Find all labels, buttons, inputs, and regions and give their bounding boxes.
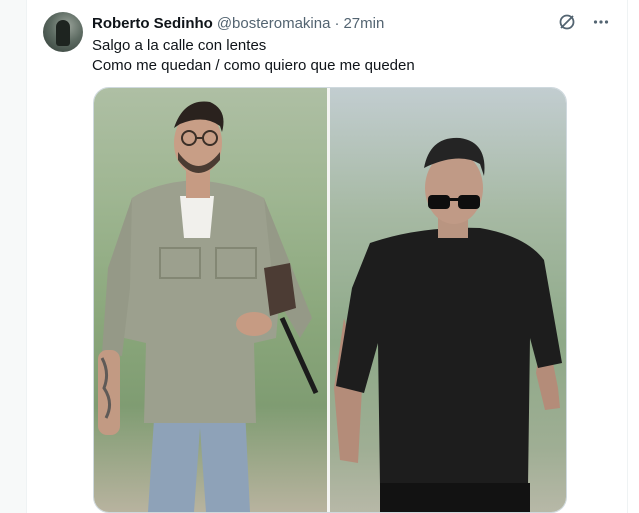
page-background <box>0 0 26 513</box>
header-actions <box>557 12 611 32</box>
grok-slash-circle-icon[interactable] <box>557 12 577 32</box>
avatar-figure <box>56 20 70 46</box>
separator-dot: · <box>334 14 340 32</box>
tweet-text-line: Salgo a la calle con lentes <box>92 37 267 54</box>
man-olive-shirt-illustration <box>98 101 319 512</box>
tweet-card[interactable]: Roberto Sedinho @bosteromakina · 27min S… <box>26 0 628 513</box>
user-handle[interactable]: @bosteromakina <box>217 15 331 32</box>
more-horizontal-icon[interactable] <box>591 12 611 32</box>
display-name[interactable]: Roberto Sedinho <box>92 15 213 32</box>
timestamp[interactable]: 27min <box>343 15 384 32</box>
man-black-shirt-illustration <box>334 137 562 512</box>
media-image-left[interactable] <box>94 88 330 512</box>
tweet-text: Salgo a la calle con lentes Como me qued… <box>92 36 612 76</box>
tweet-media[interactable] <box>93 87 567 513</box>
media-image-right[interactable] <box>330 88 566 512</box>
tweet-header: Roberto Sedinho @bosteromakina · 27min <box>92 13 384 33</box>
tweet-text-line: Como me quedan / como quiero que me qued… <box>92 57 415 74</box>
avatar[interactable] <box>43 12 83 52</box>
